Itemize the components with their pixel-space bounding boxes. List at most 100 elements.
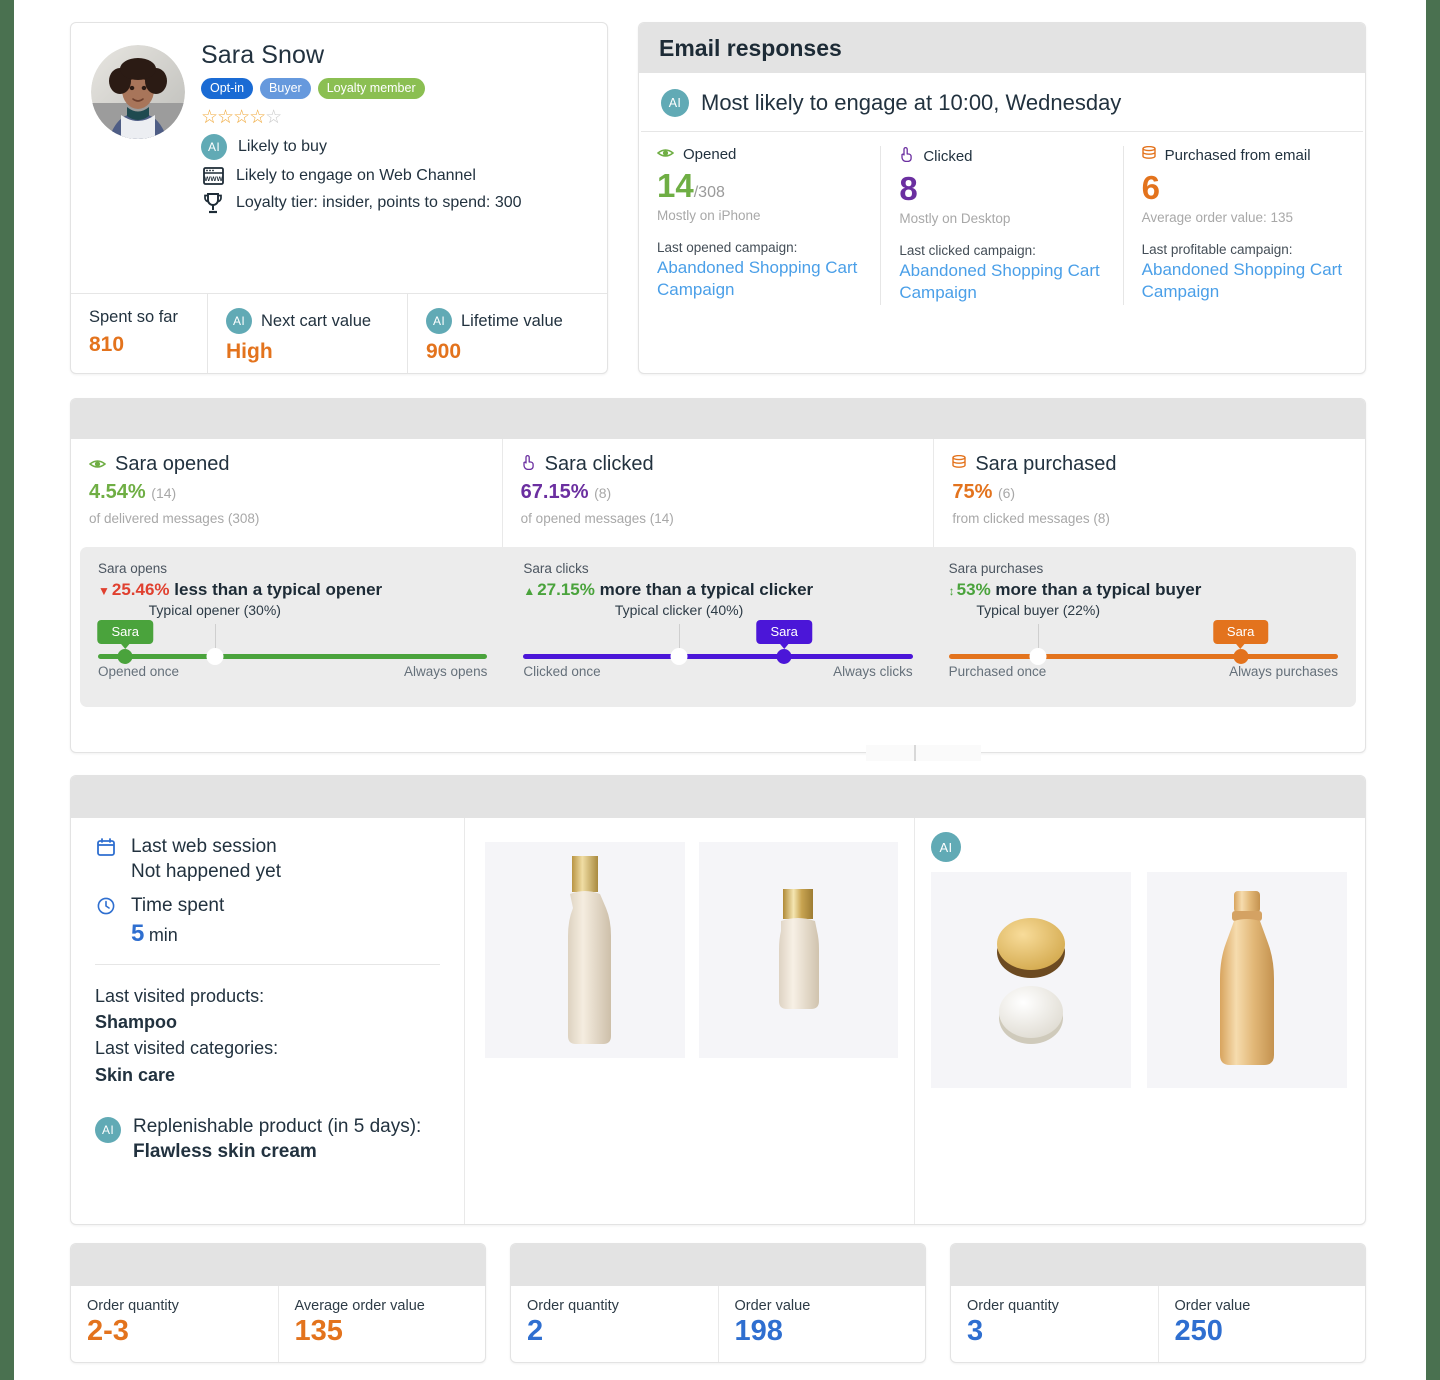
order-value-cell: Order value 198 (717, 1286, 926, 1362)
stat-header: Sara purchased (952, 453, 1365, 476)
typical-label: Typical clicker (40%) (614, 602, 744, 618)
column-note: Average order value: 135 (1141, 209, 1294, 225)
sara-knob[interactable] (117, 649, 133, 664)
order-value-label: Order value (734, 1298, 811, 1314)
order-value-value: 198 (734, 1315, 783, 1347)
stat-value-wrap: 67.15% (8) (521, 481, 934, 504)
coins-icon (1141, 145, 1156, 165)
stat-pct: 67.15% (520, 481, 589, 503)
column-header: Purchased from email (1141, 145, 1349, 165)
column-note: Mostly on iPhone (657, 207, 761, 223)
ai-badge-icon: AI (226, 308, 252, 334)
stat-header: Sara clicked (521, 453, 934, 476)
web-session-panel: Last web session Not happened yet Time sp… (70, 775, 1366, 1225)
metric-label-wrap: AI Next cart value (226, 308, 393, 334)
tag-opt-in[interactable]: Opt-in (201, 78, 254, 99)
eye-icon (656, 146, 675, 163)
web-session-details: Last web session Not happened yet Time sp… (71, 818, 465, 1224)
column-label: Clicked (923, 147, 973, 165)
tag-buyer[interactable]: Buyer (260, 78, 311, 99)
metric-spent-so-far: Spent so far 810 (71, 294, 207, 373)
column-value-wrap: 14/308 (657, 167, 864, 205)
stat-title: Sara purchased (975, 453, 1117, 475)
campaign-link[interactable]: Abandoned Shopping Cart Campaign (899, 260, 1106, 305)
slider-track[interactable] (98, 654, 488, 659)
slider-track-wrap[interactable]: Typical opener (30%) Sara Opened once Al… (97, 602, 488, 680)
slider-track-wrap[interactable]: Typical buyer (22%) Sara Purchased once … (948, 602, 1338, 680)
slider-left-end: Opened once (98, 664, 180, 679)
typical-knob[interactable] (1029, 648, 1047, 665)
slider-track[interactable] (523, 654, 913, 659)
last-web-session-text: Last web session Not happened yet (131, 834, 281, 884)
order-value-value: 135 (294, 1315, 343, 1347)
typical-knob[interactable] (206, 648, 224, 665)
divider (95, 964, 440, 966)
stat-value-wrap: 75% (6) (952, 481, 1365, 504)
sara-knob[interactable] (776, 649, 792, 664)
column-value: 6 (1141, 169, 1161, 206)
slider-track-wrap[interactable]: Typical clicker (40%) Sara Clicked once … (523, 602, 913, 680)
order-card-body: Order quantity 3 Order value 250 (951, 1286, 1365, 1362)
column-value: 14 (657, 167, 694, 204)
order-value-value: 250 (1174, 1315, 1223, 1347)
metric-next-cart-value: AI Next cart value High (207, 294, 407, 373)
ai-badge-icon: AI (95, 1116, 121, 1143)
profile-body: Sara Snow Opt-in Buyer Loyalty member ☆☆… (71, 23, 607, 293)
profile-metrics: Spent so far 810 AI Next cart value High… (71, 293, 607, 373)
slider-delta-line: ▼ 25.46% less than a typical opener (98, 580, 487, 600)
sara-knob[interactable] (1233, 649, 1249, 664)
slider-delta-text: more than a typical buyer (995, 580, 1202, 599)
comparison-sliders: Sara opens ▼ 25.46% less than a typical o… (80, 547, 1356, 707)
stat-sara-opened: Sara opened 4.54% (14) of delivered mess… (71, 439, 502, 547)
time-spent-value: 5 (131, 920, 145, 948)
sara-bubble: Sara (97, 620, 153, 649)
product-image-gold-bottle[interactable] (1147, 872, 1347, 1088)
order-card-header (951, 1244, 1365, 1286)
click-icon (521, 453, 536, 476)
product-image-tall-cream-bottle[interactable] (485, 842, 685, 1058)
metric-label: Spent so far (89, 308, 178, 326)
trophy-icon (201, 192, 225, 214)
metric-lifetime-value: AI Lifetime value 900 (407, 294, 607, 373)
stat-pct: 4.54% (89, 481, 146, 503)
typical-knob[interactable] (670, 648, 688, 665)
tag-loyalty-member[interactable]: Loyalty member (317, 78, 425, 99)
column-value-wrap: 6 (1142, 169, 1349, 207)
visited-products-gallery (465, 818, 915, 1224)
stat-count: (14) (151, 485, 177, 501)
last-visited-categories-value: Skin care (95, 1064, 176, 1085)
profile-info: Sara Snow Opt-in Buyer Loyalty member ☆☆… (201, 41, 522, 293)
order-card-2: Order quantity 3 Order value 250 (950, 1243, 1366, 1363)
stat-sara-clicked: Sara clicked 67.15% (8) of opened messag… (501, 439, 934, 547)
eye-icon (88, 453, 107, 476)
replenishable-text: Replenishable product (in 5 days): Flawle… (133, 1114, 421, 1164)
email-responses-title: Email responses (639, 23, 1365, 73)
web-session-body: Last web session Not happened yet Time sp… (71, 818, 1365, 1224)
replenishable-label: Replenishable product (in 5 days): (133, 1115, 422, 1137)
slider-clicks: Sara clicks ▲ 27.15% more than a typical … (505, 561, 930, 707)
slider-track[interactable] (948, 654, 1338, 659)
best-engagement-time: AI Most likely to engage at 10:00, Wedne… (641, 73, 1363, 132)
last-visited-products-label: Last visited products: (95, 986, 265, 1007)
column-note: Mostly on Desktop (899, 210, 1011, 226)
arrow-up-icon: ▲ (523, 584, 536, 598)
campaign-label: Last opened campaign: (657, 239, 798, 255)
metric-value: 810 (89, 333, 125, 356)
stat-sub: from clicked messages (8) (952, 511, 1110, 526)
page-root: Sara Snow Opt-in Buyer Loyalty member ☆☆… (14, 0, 1426, 1380)
ai-badge-icon: AI (661, 89, 689, 117)
product-image-short-cream-bottle[interactable] (698, 842, 898, 1058)
web-channel-icon: WWW (201, 167, 225, 185)
slider-ends: Opened once Always opens (98, 664, 487, 679)
order-quantity-cell: Order quantity 2-3 (71, 1286, 278, 1362)
campaign-link[interactable]: Abandoned Shopping Cart Campaign (657, 257, 864, 302)
order-quantity-label: Order quantity (967, 1298, 1059, 1314)
campaign-link[interactable]: Abandoned Shopping Cart Campaign (1142, 259, 1349, 304)
product-image-cream-jar-open[interactable] (931, 872, 1131, 1088)
replenishable-value: Flawless skin cream (133, 1140, 317, 1162)
order-quantity-cell: Order quantity 2 (511, 1286, 718, 1362)
slider-delta-line: ↕ 53% more than a typical buyer (949, 580, 1338, 600)
order-quantity-value: 2-3 (87, 1315, 129, 1347)
slider-ends: Clicked once Always clicks (523, 664, 912, 679)
slider-delta: 25.46% (111, 580, 170, 599)
